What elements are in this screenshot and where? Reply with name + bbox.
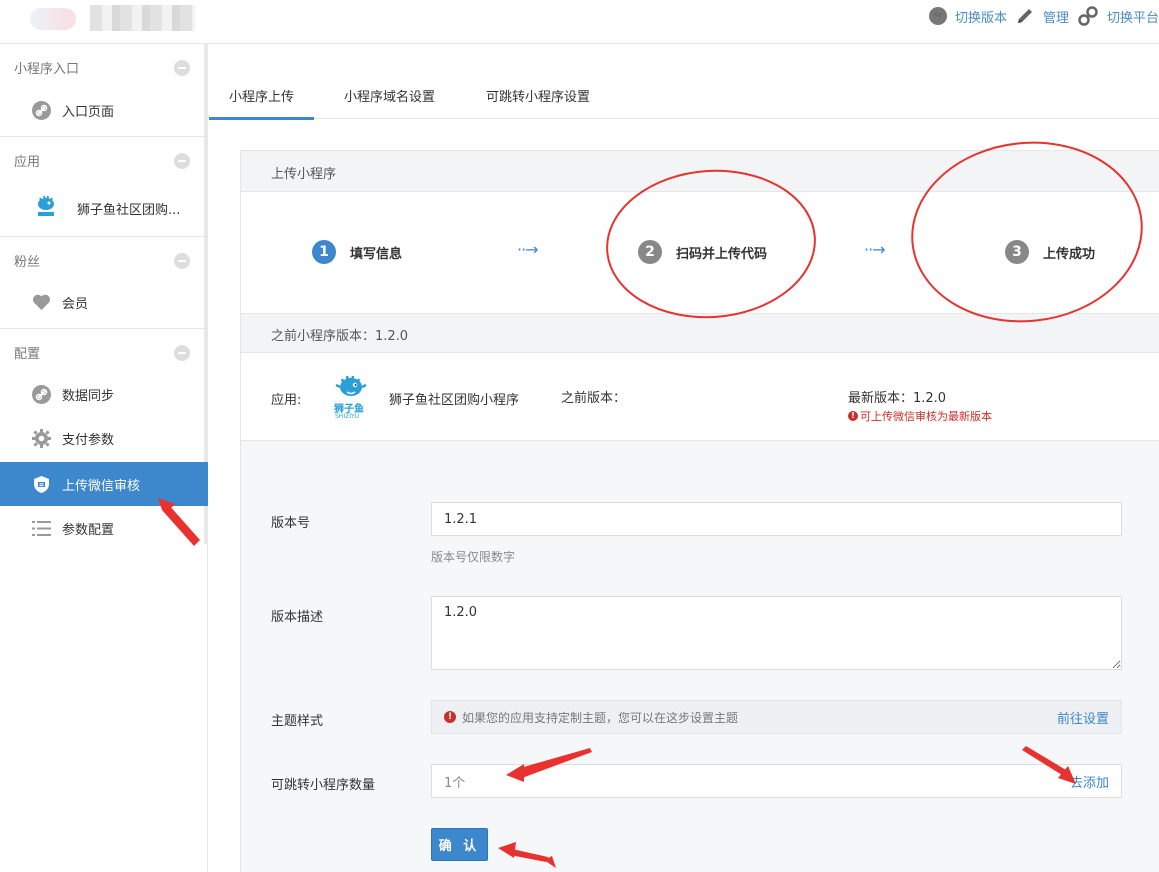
description-textarea[interactable]: 1.2.0 xyxy=(431,596,1122,670)
gear-icon xyxy=(32,428,51,448)
exclamation-icon: ! xyxy=(848,411,858,421)
top-nav: ⇋ 切换版本 管理 切换平台 xyxy=(923,5,1159,27)
version-input[interactable] xyxy=(431,502,1122,536)
manage-label: 管理 xyxy=(1042,10,1069,26)
upload-panel: 上传小程序 1 填写信息 ··→ 2 扫码并上传代码 ··→ 3 上传成功 之前… xyxy=(240,150,1159,872)
sidebar-item-label: 参数配置 xyxy=(62,522,115,538)
jump-count-field: 1个 去添加 xyxy=(431,764,1122,798)
collapse-icon[interactable] xyxy=(174,253,190,269)
collapse-icon[interactable] xyxy=(174,60,190,76)
app-label: 应用: xyxy=(271,393,302,408)
switch-version-link[interactable]: ⇋ 切换版本 xyxy=(928,7,1007,26)
exclamation-icon: ! xyxy=(444,711,456,723)
link-icon xyxy=(32,384,51,404)
step-indicator: 1 填写信息 ··→ 2 扫码并上传代码 ··→ 3 上传成功 xyxy=(241,192,1159,313)
step-number: 2 xyxy=(638,240,662,264)
blurred-account-name xyxy=(90,5,195,31)
step-arrow-icon: ··→ xyxy=(864,240,886,259)
version-help: 版本号仅限数字 xyxy=(431,550,516,564)
step-label: 扫码并上传代码 xyxy=(676,246,768,262)
sidebar-item-param-config[interactable]: 参数配置 xyxy=(0,506,208,550)
upload-tip-text: 可上传微信审核为最新版本 xyxy=(860,410,992,423)
latest-version: 最新版本：1.2.0 xyxy=(848,391,947,406)
sidebar: 小程序入口 入口页面 应用 狮子鱼社区团购... 粉丝 会员 配置 数据同步 支… xyxy=(0,44,208,872)
confirm-button[interactable]: 确 认 xyxy=(431,828,488,861)
sidebar-item-data-sync[interactable]: 数据同步 xyxy=(0,372,208,416)
switch-version-label: 切换版本 xyxy=(954,10,1007,26)
theme-label: 主题样式 xyxy=(271,714,324,729)
tab-upload[interactable]: 小程序上传 xyxy=(208,86,315,120)
add-jump-link[interactable]: 去添加 xyxy=(1070,772,1109,791)
collapse-icon[interactable] xyxy=(174,153,190,169)
sidebar-section-fans[interactable]: 粉丝 xyxy=(0,236,208,280)
step-2: 2 扫码并上传代码 xyxy=(638,240,767,264)
top-bar: ⇋ 切换版本 管理 切换平台 xyxy=(0,0,1159,44)
section-title: 粉丝 xyxy=(14,255,41,270)
step-number: 3 xyxy=(1005,240,1029,264)
theme-notice: ! 如果您的应用支持定制主题，您可以在这步设置主题 前往设置 xyxy=(431,700,1122,734)
sidebar-item-label: 数据同步 xyxy=(62,388,115,404)
step-label: 填写信息 xyxy=(350,246,403,262)
sidebar-item-label: 上传微信审核 xyxy=(62,478,141,494)
sidebar-section-entry[interactable]: 小程序入口 xyxy=(0,44,208,88)
blurred-logo xyxy=(30,8,76,30)
section-title: 应用 xyxy=(14,155,41,170)
collapse-icon[interactable] xyxy=(174,345,190,361)
sidebar-item-payment-params[interactable]: 支付参数 xyxy=(0,416,208,460)
logo-subtext: SHIZIYU xyxy=(335,413,360,420)
sidebar-item-label: 入口页面 xyxy=(62,104,115,120)
switch-platform-link[interactable]: 切换平台 xyxy=(1077,5,1159,27)
tab-bar: 小程序上传 小程序域名设置 可跳转小程序设置 xyxy=(208,76,1159,120)
step-1: 1 填写信息 xyxy=(312,240,402,264)
main-content: 小程序上传 小程序域名设置 可跳转小程序设置 上传小程序 1 填写信息 ··→ … xyxy=(208,44,1159,872)
app-name: 狮子鱼社区团购小程序 xyxy=(389,393,520,408)
previous-version-label: 之前版本： xyxy=(561,391,627,406)
sidebar-item-members[interactable]: 会员 xyxy=(0,280,208,324)
sidebar-section-config[interactable]: 配置 xyxy=(0,328,208,372)
switch-platform-label: 切换平台 xyxy=(1106,10,1159,26)
tab-domain-settings[interactable]: 小程序域名设置 xyxy=(344,86,435,105)
sidebar-item-app[interactable]: 狮子鱼社区团购... xyxy=(0,180,208,236)
shizi-fish-logo: 狮子鱼 SHIZIYU xyxy=(332,372,370,422)
sidebar-item-label: 支付参数 xyxy=(62,432,115,448)
theme-tip: 如果您的应用支持定制主题，您可以在这步设置主题 xyxy=(462,710,739,725)
section-title: 小程序入口 xyxy=(14,62,80,77)
manage-link[interactable]: 管理 xyxy=(1015,6,1069,26)
version-label: 版本号 xyxy=(271,516,311,531)
panel-title: 上传小程序 xyxy=(241,151,1159,192)
link-icon xyxy=(1077,5,1099,27)
jump-count-label: 可跳转小程序数量 xyxy=(271,778,376,793)
step-3: 3 上传成功 xyxy=(1005,240,1095,264)
step-arrow-icon: ··→ xyxy=(517,240,539,259)
app-info-row: 应用: 狮子鱼 SHIZIYU 狮子鱼社区团购小程序 之前版本： 最新版本：1.… xyxy=(241,353,1159,441)
tab-jump-settings[interactable]: 可跳转小程序设置 xyxy=(486,86,590,105)
pencil-icon xyxy=(1015,6,1035,26)
shizi-fish-logo xyxy=(32,194,60,222)
shield-icon xyxy=(32,475,51,494)
sidebar-item-entry-page[interactable]: 入口页面 xyxy=(0,88,208,132)
step-number: 1 xyxy=(312,240,336,264)
previous-version-bar: 之前小程序版本：1.2.0 xyxy=(241,313,1159,353)
sidebar-section-app[interactable]: 应用 xyxy=(0,136,208,180)
jump-count-value: 1个 xyxy=(444,775,466,791)
upload-tip: ! 可上传微信审核为最新版本 xyxy=(848,408,992,424)
sidebar-item-upload-wechat-review[interactable]: 上传微信审核 xyxy=(0,462,208,506)
heart-icon xyxy=(32,293,51,312)
list-icon xyxy=(32,519,51,538)
sidebar-item-label: 会员 xyxy=(62,296,89,312)
description-label: 版本描述 xyxy=(271,610,324,625)
swap-circle-icon: ⇋ xyxy=(928,7,947,25)
section-title: 配置 xyxy=(14,347,41,362)
link-icon xyxy=(32,100,51,120)
goto-settings-link[interactable]: 前往设置 xyxy=(1057,708,1109,727)
step-label: 上传成功 xyxy=(1043,246,1096,262)
sidebar-item-label: 狮子鱼社区团购... xyxy=(77,202,181,218)
